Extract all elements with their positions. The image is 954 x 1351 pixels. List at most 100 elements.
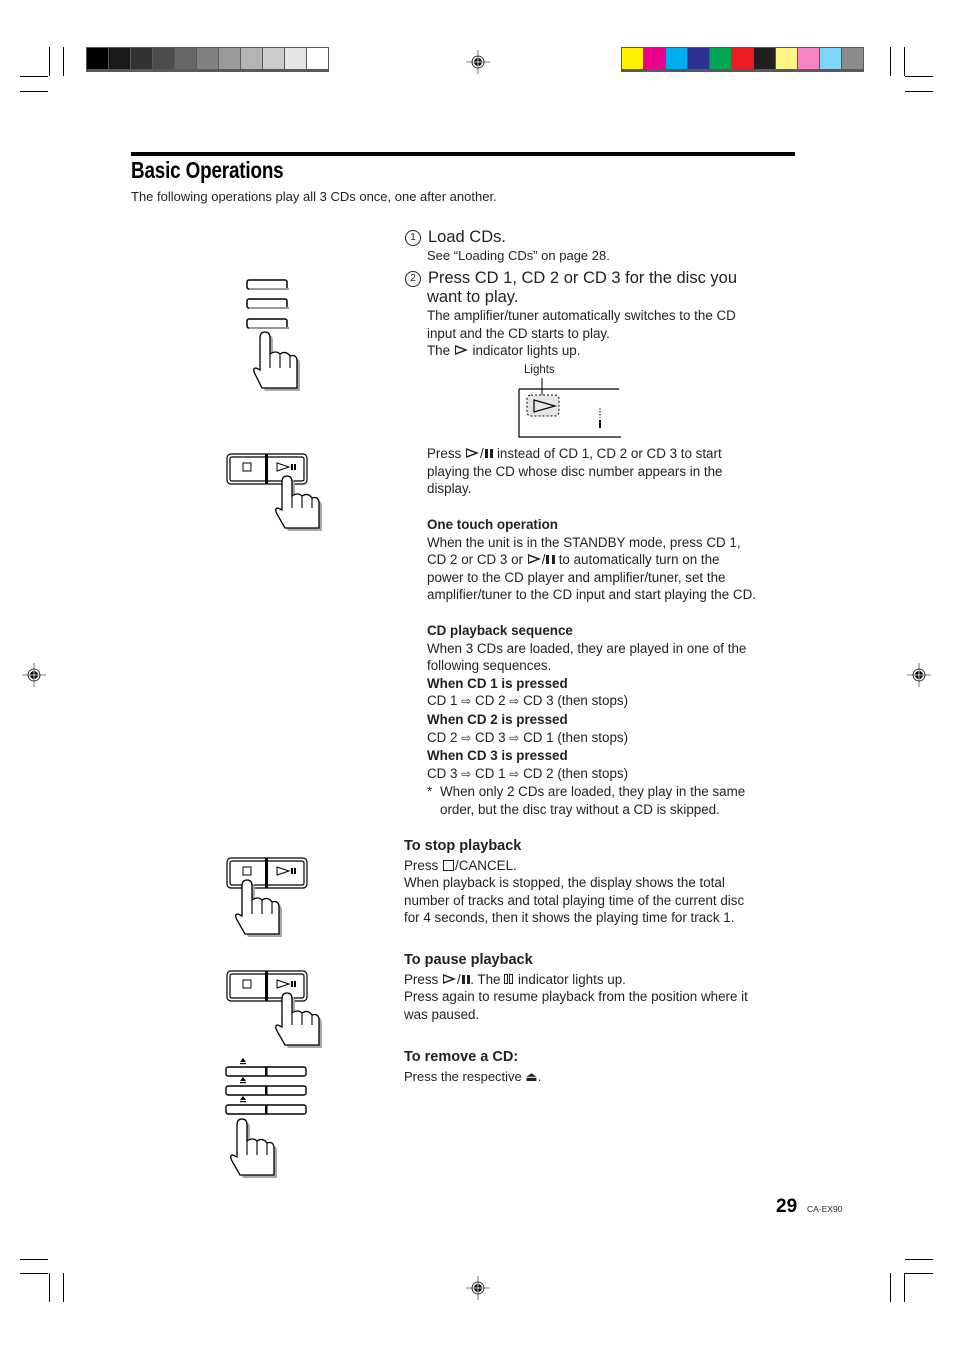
- play-button-illustration: [226, 453, 322, 531]
- grayscale-swatch: [285, 48, 306, 69]
- sequence-case-heading: When CD 2 is pressed: [427, 711, 568, 727]
- stop-button-illustration: [226, 857, 308, 937]
- crop-mark: [905, 1273, 933, 1274]
- sequence-order: CD 3 ⇨ CD 1 ⇨ CD 2 (then stops): [427, 765, 746, 784]
- crop-mark: [20, 1259, 48, 1260]
- sequence-order: CD 2 ⇨ CD 3 ⇨ CD 1 (then stops): [427, 729, 746, 748]
- grayscale-swatch: [175, 48, 196, 69]
- grayscale-swatch: [219, 48, 240, 69]
- crop-mark: [20, 91, 48, 92]
- body-line: Press the respective ⏏.: [404, 1068, 541, 1086]
- color-swatch: [842, 48, 863, 69]
- color-bar: [621, 47, 864, 72]
- model-number: CA-EX90: [807, 1204, 843, 1214]
- body-line: CD 2 or CD 3 or / to automatically turn …: [427, 552, 720, 568]
- arrow-right-icon: ⇨: [509, 730, 520, 745]
- body-line: playing the CD whose disc number appears…: [427, 463, 723, 479]
- pause-indicator-icon: [504, 973, 509, 984]
- step-2-title: 2 Press CD 1, CD 2 or CD 3 for the disc y…: [405, 268, 737, 288]
- registration-mark-icon: [907, 663, 931, 687]
- crop-mark: [63, 1273, 64, 1302]
- color-swatch: [776, 48, 797, 69]
- step-title-text: Load CDs.: [428, 228, 506, 246]
- grayscale-swatch: [307, 48, 328, 69]
- play-icon: [442, 973, 456, 984]
- play-pause-note: Press / instead of CD 1, CD 2 or CD 3 to…: [427, 445, 723, 498]
- body-line: When only 2 CDs are loaded, they play in…: [440, 784, 746, 800]
- pause-icon: [461, 974, 471, 984]
- eject-buttons-illustration: [225, 1058, 307, 1178]
- one-touch-section: One touch operation When the unit is in …: [427, 516, 756, 604]
- body-line: was paused.: [404, 1006, 480, 1022]
- crop-mark: [905, 91, 933, 92]
- color-swatch: [798, 48, 819, 69]
- text: Press: [427, 446, 462, 461]
- body-line: for 4 seconds, then it shows the playing…: [404, 910, 735, 926]
- stop-section: To stop playback Press /CANCEL. When pla…: [404, 838, 744, 927]
- body-line: display.: [427, 481, 472, 497]
- hand-icon: [230, 1118, 277, 1178]
- body-line: When playback is stopped, the display sh…: [404, 875, 725, 891]
- text: Press: [404, 857, 439, 873]
- sequence-step: CD 3: [523, 693, 554, 709]
- pause-button-illustration: [226, 970, 322, 1048]
- sequence-order: CD 1 ⇨ CD 2 ⇨ CD 3 (then stops): [427, 692, 746, 711]
- color-swatch: [732, 48, 753, 69]
- sequence-suffix: (then stops): [557, 729, 629, 745]
- grayscale-swatch: [153, 48, 174, 69]
- page-number: 29: [776, 1196, 798, 1217]
- color-swatch: [644, 48, 665, 69]
- section-heading: To pause playback: [404, 952, 533, 968]
- text: CD 2 or CD 3 or: [427, 552, 523, 568]
- sequence-step: CD 2: [523, 765, 554, 781]
- text: Press: [404, 971, 439, 987]
- crop-mark: [49, 1273, 50, 1302]
- sequence-case-heading: When CD 3 is pressed: [427, 748, 568, 764]
- body-line: Press /CANCEL.: [404, 857, 744, 875]
- crop-mark: [904, 47, 905, 76]
- sequence-cases: When CD 1 is pressed CD 1 ⇨ CD 2 ⇨ CD 3 (…: [427, 675, 746, 784]
- color-swatch: [622, 48, 643, 69]
- sequence-step: CD 1: [475, 765, 506, 781]
- crop-mark: [905, 76, 933, 77]
- sequence-step: CD 1: [427, 693, 458, 709]
- sequence-step: CD 3: [427, 765, 458, 781]
- grayscale-swatch: [263, 48, 284, 69]
- body-line: When the unit is in the STANDBY mode, pr…: [427, 534, 741, 550]
- registration-mark-icon: [466, 50, 490, 74]
- body-line: number of tracks and total playing time …: [404, 892, 745, 908]
- registration-mark-icon: [22, 663, 46, 687]
- body-line: When 3 CDs are loaded, they are played i…: [427, 640, 747, 656]
- text: .: [537, 1068, 542, 1084]
- section-heading: One touch operation: [427, 517, 558, 532]
- sequence-step: CD 1: [523, 729, 554, 745]
- title-rule: [131, 152, 795, 156]
- playback-sequence-section: CD playback sequence When 3 CDs are load…: [427, 622, 746, 819]
- sequence-step: CD 2: [475, 693, 506, 709]
- body-line: Press /. The indicator lights up.: [404, 971, 626, 987]
- text: Press the respective: [404, 1068, 522, 1084]
- color-swatch: [754, 48, 775, 69]
- play-icon: [465, 448, 479, 458]
- body-line: Press again to resume playback from the …: [404, 989, 748, 1005]
- crop-mark: [890, 47, 891, 76]
- step-title-text: Press CD 1, CD 2 or CD 3 for the disc yo…: [428, 269, 738, 287]
- body-line: The amplifier/tuner automatically switch…: [427, 308, 736, 323]
- step-number: 2: [405, 271, 421, 287]
- section-heading: CD playback sequence: [427, 623, 573, 638]
- crop-mark: [904, 1273, 905, 1302]
- grayscale-swatch: [109, 48, 130, 69]
- body-line: order, but the disc tray without a CD is…: [440, 801, 720, 817]
- eject-icon: ⏏: [525, 1068, 538, 1084]
- page-title: Basic Operations: [131, 157, 284, 183]
- pause-indicator-icon: [509, 973, 514, 984]
- color-swatch: [666, 48, 687, 69]
- body-line: following sequences.: [427, 658, 552, 674]
- sequence-case-heading: When CD 1 is pressed: [427, 675, 568, 691]
- grayscale-swatch: [197, 48, 218, 69]
- crop-mark: [49, 47, 50, 76]
- arrow-right-icon: ⇨: [461, 694, 472, 709]
- stop-icon: [442, 859, 454, 871]
- text: to automatically turn on the: [558, 552, 720, 568]
- cd-buttons-illustration: [246, 279, 300, 391]
